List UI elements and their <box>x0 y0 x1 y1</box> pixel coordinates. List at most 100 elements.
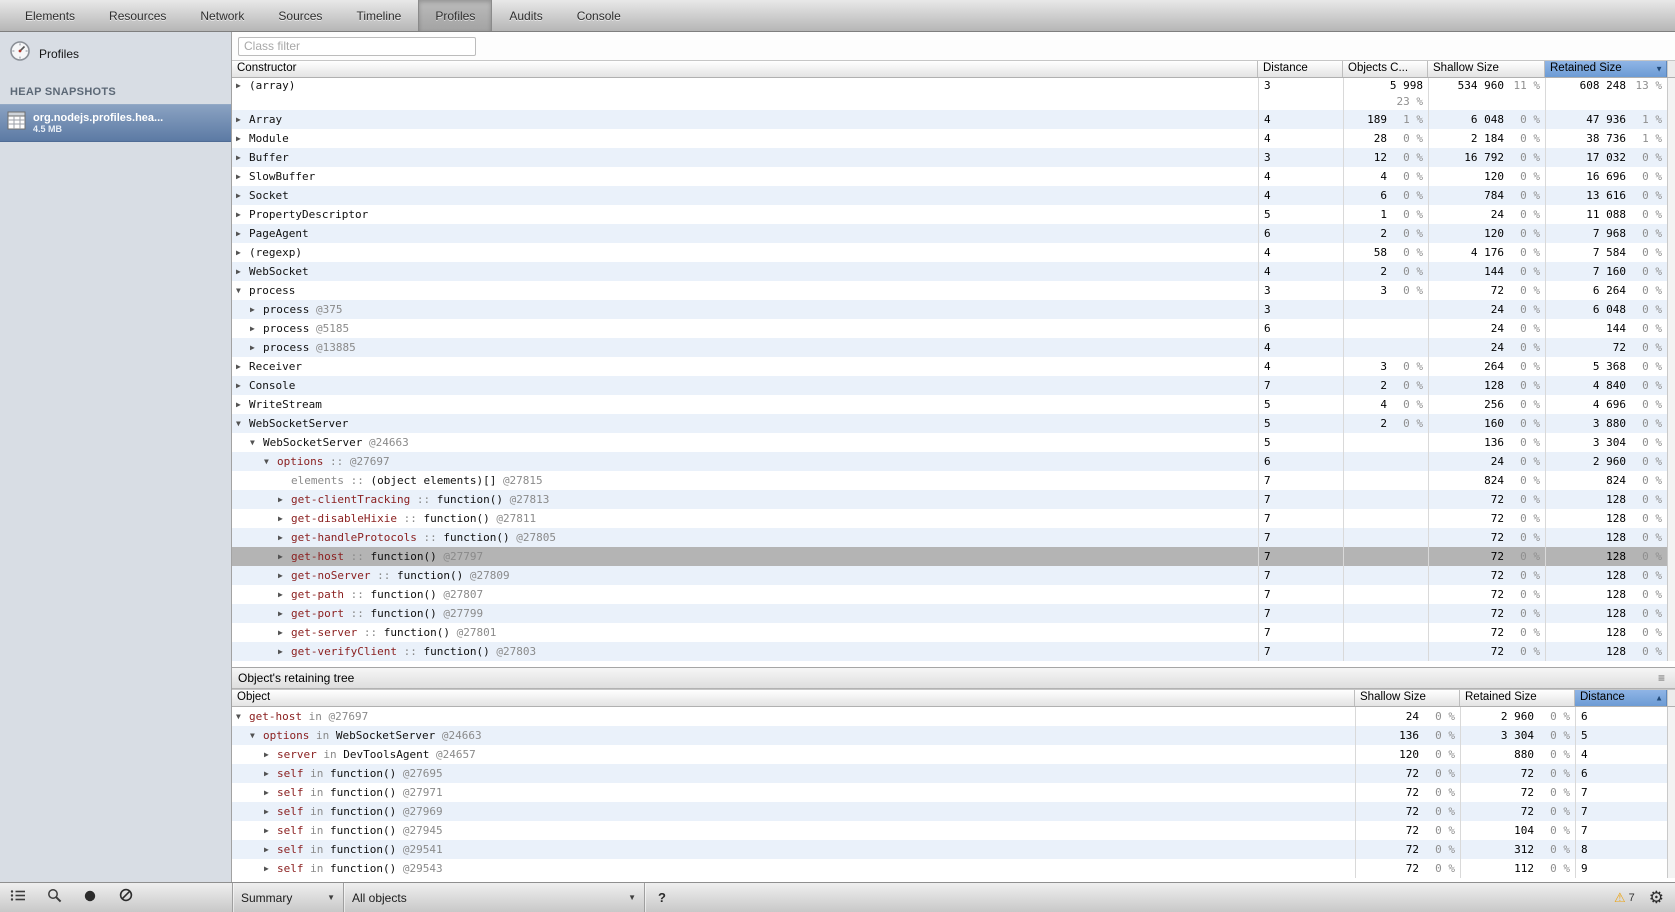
disclosure-triangle-icon[interactable]: ▼ <box>264 452 277 471</box>
disclosure-triangle-icon[interactable]: ▶ <box>278 566 291 585</box>
heap-row[interactable]: ▶ Receiver 4 3 0 % 264 0 % 5 368 0 % <box>232 357 1675 376</box>
disclosure-triangle-icon[interactable]: ▶ <box>278 528 291 547</box>
heap-row[interactable]: ▼ process 3 3 0 % 72 0 % 6 264 0 % <box>232 281 1675 300</box>
heap-row[interactable]: ▶ process @13885 4 24 0 % 72 0 % <box>232 338 1675 357</box>
scrollbar-track[interactable] <box>1667 802 1675 821</box>
heap-row[interactable]: ▶ get-host :: function() @27797 7 72 0 % 128 0… <box>232 547 1675 566</box>
heap-row[interactable]: ▶ Buffer 3 12 0 % 16 792 0 % 17 032 0 % <box>232 148 1675 167</box>
disclosure-triangle-icon[interactable]: ▶ <box>236 148 249 167</box>
scrollbar-track[interactable] <box>1667 414 1675 433</box>
scrollbar-track[interactable] <box>1667 726 1675 745</box>
heap-row[interactable]: ▶ Module 4 28 0 % 2 184 0 % 38 736 1 % <box>232 129 1675 148</box>
disclosure-triangle-icon[interactable]: ▼ <box>250 433 263 452</box>
disclosure-triangle-icon[interactable]: ▶ <box>278 509 291 528</box>
heap-row[interactable]: ▶ Console 7 2 0 % 128 0 % 4 840 0 % <box>232 376 1675 395</box>
scrollbar-track[interactable] <box>1667 433 1675 452</box>
disclosure-triangle-icon[interactable]: ▶ <box>278 547 291 566</box>
tab-timeline[interactable]: Timeline <box>339 0 418 31</box>
heap-row[interactable]: ▼ WebSocketServer @24663 5 136 0 % 3 304 0 % <box>232 433 1675 452</box>
scrollbar-track[interactable] <box>1667 148 1675 167</box>
retaining-tree-row[interactable]: ▼ options in WebSocketServer @24663 136 0 %… <box>232 726 1675 745</box>
disclosure-triangle-icon[interactable]: ▶ <box>264 802 277 821</box>
disclosure-triangle-icon[interactable]: ▶ <box>236 395 249 414</box>
scrollbar-track[interactable] <box>1667 490 1675 509</box>
scrollbar-track[interactable] <box>1667 338 1675 357</box>
disclosure-triangle-icon[interactable]: ▶ <box>236 110 249 129</box>
error-warning-counter[interactable]: ⚠ 7 <box>1614 890 1635 906</box>
tab-console[interactable]: Console <box>560 0 638 31</box>
disclosure-triangle-icon[interactable]: ▶ <box>236 376 249 395</box>
heap-row[interactable]: ▶ get-clientTracking :: function() @27813… <box>232 490 1675 509</box>
scrollbar-track[interactable] <box>1667 281 1675 300</box>
disclosure-triangle-icon[interactable]: ▶ <box>236 357 249 376</box>
heap-row[interactable]: ▶ get-disableHixie :: function() @27811 7 7… <box>232 509 1675 528</box>
disclosure-triangle-icon[interactable]: ▶ <box>236 262 249 281</box>
disclosure-triangle-icon[interactable]: ▼ <box>250 726 263 745</box>
scrollbar-track[interactable] <box>1667 566 1675 585</box>
disclosure-triangle-icon[interactable]: ▶ <box>278 642 291 661</box>
disclosure-triangle-icon[interactable]: ▶ <box>250 338 263 357</box>
scrollbar-track[interactable] <box>1667 300 1675 319</box>
scrollbar-track[interactable] <box>1667 528 1675 547</box>
scrollbar-track[interactable] <box>1667 859 1675 878</box>
disclosure-triangle-icon[interactable]: ▶ <box>236 167 249 186</box>
retaining-tree-row[interactable]: ▶ self in function() @27971 72 0 % 72 0 % 7 <box>232 783 1675 802</box>
tab-audits[interactable]: Audits <box>492 0 559 31</box>
scrollbar-track[interactable] <box>1667 623 1675 642</box>
disclosure-triangle-icon[interactable]: ▶ <box>278 623 291 642</box>
heap-row[interactable]: ▶ process @375 3 24 0 % 6 048 0 % <box>232 300 1675 319</box>
tab-elements[interactable]: Elements <box>8 0 92 31</box>
disclosure-triangle-icon[interactable]: ▶ <box>264 745 277 764</box>
disclosure-triangle-icon[interactable]: ▶ <box>278 604 291 623</box>
retaining-tree-row[interactable]: ▶ self in function() @29543 72 0 % 112 0 % 9 <box>232 859 1675 878</box>
disclosure-triangle-icon[interactable]: ▶ <box>264 783 277 802</box>
scrollbar-track[interactable] <box>1667 357 1675 376</box>
heap-row[interactable]: ▶ PageAgent 6 2 0 % 120 0 % 7 968 0 % <box>232 224 1675 243</box>
scrollbar-track[interactable] <box>1667 167 1675 186</box>
scrollbar-track[interactable] <box>1667 745 1675 764</box>
heap-row[interactable]: ▶ (array) 3 5 998 23 % 534 960 11 % 608 248 13 % <box>232 78 1675 110</box>
objects-scope-select[interactable]: All objects ▼ <box>344 883 644 912</box>
show-console-button[interactable] <box>0 883 36 912</box>
disclosure-triangle-icon[interactable]: ▶ <box>236 129 249 148</box>
disclosure-triangle-icon[interactable]: ▶ <box>264 859 277 878</box>
scrollbar-track[interactable] <box>1667 764 1675 783</box>
disclosure-triangle-icon[interactable]: ▶ <box>250 319 263 338</box>
disclosure-triangle-icon[interactable]: ▶ <box>236 186 249 205</box>
scrollbar-track[interactable] <box>1667 376 1675 395</box>
tab-resources[interactable]: Resources <box>92 0 183 31</box>
scrollbar-track[interactable] <box>1667 585 1675 604</box>
scrollbar-track[interactable] <box>1667 262 1675 281</box>
scrollbar-track[interactable] <box>1667 783 1675 802</box>
scrollbar-track[interactable] <box>1667 243 1675 262</box>
disclosure-triangle-icon[interactable]: ▶ <box>236 243 249 262</box>
column-header-object[interactable]: Object <box>232 690 1355 706</box>
heap-row[interactable]: elements :: (object elements)[] @27815 7 8… <box>232 471 1675 490</box>
disclosure-triangle-icon[interactable]: ▶ <box>236 224 249 243</box>
column-header-constructor[interactable]: Constructor <box>232 61 1258 77</box>
heap-row[interactable]: ▶ get-path :: function() @27807 7 72 0 % 128 0… <box>232 585 1675 604</box>
heap-row[interactable]: ▶ SlowBuffer 4 4 0 % 120 0 % 16 696 0 % <box>232 167 1675 186</box>
column-header-retained-size[interactable]: Retained Size ▼ <box>1545 61 1667 77</box>
scrollbar-track[interactable] <box>1667 642 1675 661</box>
disclosure-triangle-icon[interactable]: ▶ <box>250 300 263 319</box>
retaining-tree-row[interactable]: ▶ self in function() @27969 72 0 % 72 0 % 7 <box>232 802 1675 821</box>
column-header-shallow-size[interactable]: Shallow Size <box>1355 690 1460 706</box>
disclosure-triangle-icon[interactable]: ▶ <box>264 821 277 840</box>
scrollbar-track[interactable] <box>1667 110 1675 129</box>
class-filter-input[interactable] <box>238 36 476 56</box>
column-header-retained-size[interactable]: Retained Size <box>1460 690 1575 706</box>
search-button[interactable] <box>36 883 72 912</box>
heap-row[interactable]: ▶ process @5185 6 24 0 % 144 0 % <box>232 319 1675 338</box>
disclosure-triangle-icon[interactable]: ▶ <box>278 585 291 604</box>
scrollbar-track[interactable] <box>1667 129 1675 148</box>
heap-row[interactable]: ▶ WebSocket 4 2 0 % 144 0 % 7 160 0 % <box>232 262 1675 281</box>
scrollbar-track[interactable] <box>1667 452 1675 471</box>
record-button[interactable] <box>72 883 108 912</box>
column-header-distance[interactable]: Distance <box>1258 61 1343 77</box>
scrollbar-track[interactable] <box>1667 509 1675 528</box>
tab-profiles[interactable]: Profiles <box>418 0 493 31</box>
column-header-distance[interactable]: Distance ▲ <box>1575 690 1667 706</box>
disclosure-triangle-icon[interactable]: ▼ <box>236 414 249 433</box>
disclosure-triangle-icon[interactable]: ▼ <box>236 281 249 300</box>
